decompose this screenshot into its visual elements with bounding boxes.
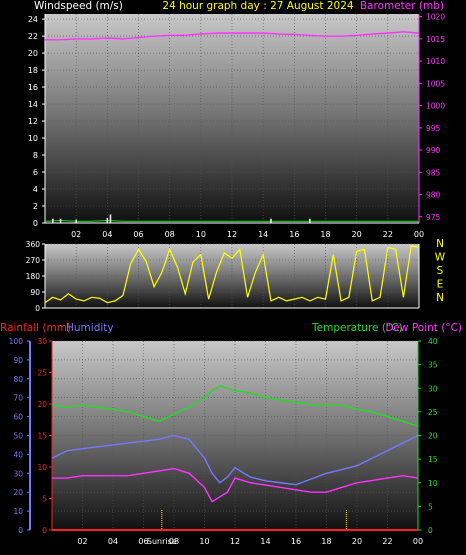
chart-title: 24 hour graph day : 27 August 2024 [162,0,354,12]
compass-label: E [437,279,444,291]
windspeed-axis-label: Windspeed (m/s) [34,0,123,12]
tick-label-temperature: 0 [428,526,433,535]
tick-label-humidity: 50 [13,432,23,441]
tick-label-wind: 12 [28,117,38,126]
tick-label-barometer: 1000 [426,102,445,111]
tick-label-time: 02 [71,230,81,239]
weather-graph: 24 hour graph day : 27 August 2024 Winds… [0,0,462,546]
tick-label-time: 00 [413,537,423,546]
tick-label-barometer: 975 [426,213,441,222]
tick-label-temperature: 25 [428,408,438,417]
barometer-axis-label: Barometer (mb) [360,0,444,12]
tick-label-time: 12 [227,230,237,239]
tick-label-temperature: 5 [428,502,433,511]
tick-label-temperature: 20 [428,432,438,441]
tick-label-time: 20 [352,537,362,546]
tick-label-direction: 180 [26,272,41,281]
tick-label-rainfall: 20 [37,400,47,409]
tick-label-time: 20 [352,230,362,239]
tick-label-barometer: 1010 [426,57,445,66]
tick-label-time: 04 [108,537,118,546]
tick-label-time: 10 [196,230,206,239]
tick-label-humidity: 70 [13,394,23,403]
tick-label-humidity: 30 [13,469,23,478]
tick-label-barometer: 1005 [426,79,445,88]
tick-label-temperature: 40 [428,337,438,346]
tick-label-rainfall: 5 [42,495,47,504]
tick-label-time: 06 [133,230,143,239]
tick-label-rainfall: 0 [42,526,47,535]
tick-label-barometer: 1020 [426,13,445,22]
tick-label-humidity: 10 [13,507,23,516]
tick-label-humidity: 80 [13,375,23,384]
tick-label-humidity: 60 [13,413,23,422]
tick-label-humidity: 20 [13,488,23,497]
tick-label-wind: 14 [28,100,38,109]
tick-label-direction: 0 [35,304,40,313]
compass-label: N [436,238,444,250]
tick-label-barometer: 1015 [426,35,445,44]
dewpoint-axis-label: Dew Point (°C) [385,322,462,334]
tick-label-humidity: 0 [18,526,23,535]
compass-label: W [435,252,446,264]
tick-label-rainfall: 25 [37,369,47,378]
tick-label-temperature: 10 [428,479,438,488]
tick-label-rainfall: 30 [37,337,47,346]
tick-label-humidity: 90 [13,356,23,365]
tick-label-temperature: 30 [428,384,438,393]
tick-label-barometer: 990 [426,146,441,155]
tick-label-wind: 16 [28,83,38,92]
tick-label-temperature: 15 [428,455,438,464]
compass-label: S [437,265,444,277]
tick-label-time: 22 [383,230,393,239]
tick-label-wind: 10 [28,134,38,143]
tick-label-wind: 2 [33,202,38,211]
tick-label-wind: 6 [33,168,38,177]
tick-label-time: 04 [102,230,112,239]
tick-label-humidity: 100 [9,337,24,346]
tick-label-rainfall: 10 [37,463,47,472]
tick-label-direction: 270 [26,256,41,265]
tick-label-time: 18 [320,230,330,239]
humidity-axis-label: Humidity [66,322,114,334]
tick-label-humidity: 40 [13,450,23,459]
rainfall-axis-label: Rainfall (mm) [0,322,71,334]
tick-label-time: 16 [289,230,299,239]
tick-label-rainfall: 15 [37,432,47,441]
tick-label-time: 22 [382,537,392,546]
tick-label-time: 18 [321,537,331,546]
tick-label-time: 08 [165,230,175,239]
tick-label-wind: 20 [28,49,38,58]
tick-label-time: 14 [260,537,270,546]
tick-label-direction: 90 [30,288,40,297]
tick-label-time: 14 [258,230,268,239]
tick-label-direction: 360 [26,240,41,249]
tick-label-wind: 8 [33,151,38,160]
tick-label-time: 12 [230,537,240,546]
tick-label-time: 00 [414,230,424,239]
tick-label-time: 16 [291,537,301,546]
tick-label-wind: 24 [28,15,38,24]
sunrise-label: Sunrise [147,537,177,546]
tick-label-barometer: 995 [426,124,441,133]
tick-label-wind: 22 [28,32,38,41]
tick-label-wind: 0 [33,219,38,228]
tick-label-time: 02 [77,537,87,546]
tick-label-temperature: 35 [428,361,438,370]
tick-label-wind: 4 [33,185,38,194]
tick-label-barometer: 980 [426,191,441,200]
compass-label: N [436,292,444,304]
tick-label-barometer: 985 [426,168,441,177]
tick-label-time: 10 [199,537,209,546]
tick-label-wind: 18 [28,66,38,75]
